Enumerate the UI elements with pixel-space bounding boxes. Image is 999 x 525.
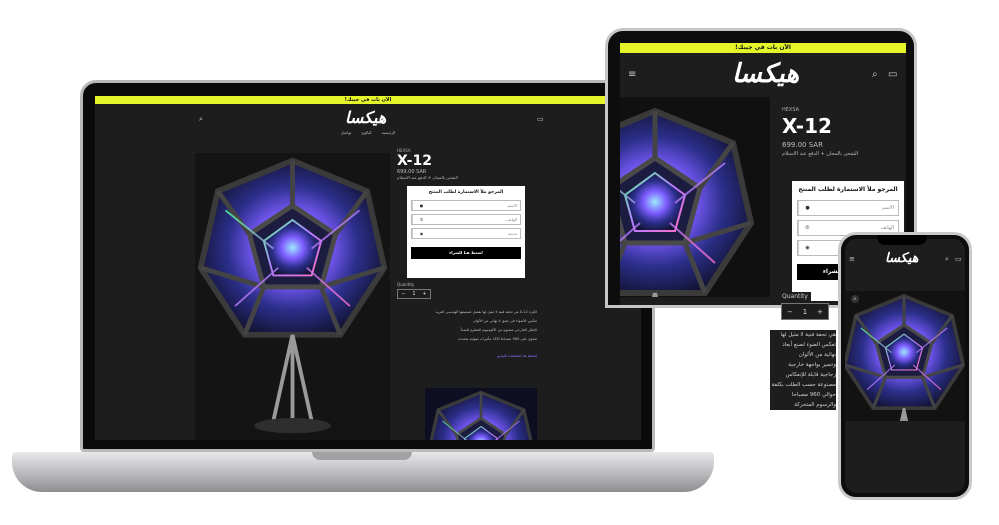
quantity-plus[interactable]: + (817, 308, 823, 316)
phone-placeholder: الهاتف (506, 217, 517, 222)
description-line: تحتوي على 960 مصباحا LED بتأثيرات ضوئية … (458, 337, 537, 341)
product-image (620, 103, 760, 297)
name-placeholder: الاسم (882, 205, 894, 211)
description-line: الكرة X-12 هي تحفة فنية لا مثيل لها بفضل… (435, 310, 537, 314)
user-icon: ● (412, 201, 430, 210)
product-image (195, 153, 390, 440)
announcement-bar: الآن بات في جيبك! (95, 96, 641, 104)
quantity-stepper[interactable]: − 1 + (397, 289, 431, 299)
nav-item-home[interactable]: الرئيسية (382, 130, 396, 140)
logo[interactable]: هيكسا (345, 108, 387, 127)
location-icon: ◉ (798, 241, 816, 255)
tablet-quantity-stepper[interactable]: − 1 + (781, 303, 829, 320)
phone-field[interactable]: الهاتف ✆ (411, 214, 521, 225)
product-media[interactable] (620, 97, 770, 297)
description-line: هي تحفة فنية لا مثيل لها (780, 332, 836, 338)
quantity-minus[interactable]: − (401, 291, 405, 297)
product-info: HEXSA X-12 699.00 SAR الشحن بالمجان + ال… (397, 148, 537, 180)
name-field[interactable]: الاسم ● (411, 200, 521, 211)
logo[interactable]: هيكسا (885, 251, 920, 266)
quantity-minus[interactable]: − (787, 308, 793, 316)
description-line: تعكس الأضواء في عمق لا نهائي من الألوان (473, 319, 537, 323)
quantity-value[interactable]: 1 (803, 308, 807, 316)
location-icon: ◉ (412, 229, 430, 238)
nav-item-catalog[interactable]: كتالوج (361, 130, 371, 140)
logo[interactable]: هيكسا (732, 59, 800, 89)
quantity-value[interactable]: 1 (412, 291, 415, 297)
search-icon[interactable]: ⌕ (872, 69, 878, 80)
quantity-plus[interactable]: + (422, 291, 426, 297)
tablet-description: هي تحفة فنية لا مثيل لها تعكس الضوء لصنع… (770, 330, 836, 410)
city-placeholder: مدينة (508, 231, 517, 236)
menu-icon[interactable]: ≡ (849, 255, 855, 263)
product-price: 699.00 SAR (782, 141, 823, 149)
main-nav: الرئيسية كتالوج تواصل (95, 130, 641, 140)
city-field[interactable]: مدينة ◉ (411, 228, 521, 239)
product-media[interactable] (195, 153, 390, 440)
form-heading: المرجو ملأ الاستمارة لطلب المنتج (798, 186, 898, 193)
product-title: X-12 (397, 153, 432, 169)
phone-icon: ✆ (798, 221, 816, 235)
phone-placeholder: الهاتف (880, 225, 894, 231)
tablet-quantity-label: Quantity (779, 292, 811, 301)
name-placeholder: الاسم (507, 203, 517, 208)
description-line: الإطار الخارجي مصنوع من الألومنيوم المقا… (460, 328, 537, 332)
laptop-trackpad-notch (312, 452, 412, 460)
menu-icon[interactable]: ≡ (628, 69, 636, 80)
description-line: حوالي 960 مصباحا (791, 392, 836, 398)
description-line: مصنوعة حسب الطلب بكلفة (771, 382, 836, 388)
phone-notch (877, 235, 927, 245)
name-field[interactable]: الاسم ● (797, 200, 899, 216)
video-link[interactable]: اضغط هنا لمشاهدة الفيديو (397, 352, 537, 361)
zoom-icon[interactable]: ⌕ (851, 295, 859, 303)
user-icon: ● (798, 201, 816, 215)
shipping-note: الشحن بالمجان + الدفع عند الاستلام (397, 175, 458, 180)
product-description: الكرة X-12 هي تحفة فنية لا مثيل لها بفضل… (397, 308, 537, 361)
shipping-note: الشحن بالمجان + الدفع عند الاستلام (782, 151, 859, 157)
cart-icon[interactable]: ▭ (537, 115, 544, 123)
description-line: والرسوم المتحركة (794, 402, 836, 408)
dodecahedron-icon (426, 390, 536, 440)
product-title: X-12 (782, 114, 832, 138)
description-line: نهائية من الألوان (798, 352, 836, 358)
order-form: المرجو ملأ الاستمارة لطلب المنتج الاسم ● … (407, 186, 525, 278)
product-info: HEXSA X-12 699.00 SAR الشحن بالمجان + ال… (782, 107, 906, 157)
description-line: تعكس الضوء لصنع أبعاد (782, 342, 836, 348)
buy-button[interactable]: اضغط هنا للشراء (411, 247, 521, 259)
form-heading: المرجو ملأ الاستمارة لطلب المنتج (428, 190, 504, 195)
device-mockup-stage: الآن بات في جيبك! ⌕ هيكسا ▭ الرئيسية كتا… (0, 0, 999, 525)
tablet-header: ≡ هيكسا ⌕ ▭ (620, 53, 906, 97)
cart-icon[interactable]: ▭ (888, 69, 897, 80)
laptop-header: ⌕ هيكسا ▭ (95, 104, 641, 130)
product-media[interactable]: ⌕ (845, 291, 965, 421)
search-icon[interactable]: ⌕ (199, 115, 203, 124)
phone-icon: ✆ (412, 215, 430, 224)
cart-icon[interactable]: ▭ (955, 255, 962, 263)
announcement-bar: الآن بات في جيبك! (620, 43, 906, 53)
laptop-screen: الآن بات في جيبك! ⌕ هيكسا ▭ الرئيسية كتا… (95, 96, 641, 440)
secondary-product-image[interactable] (425, 388, 537, 440)
phone-frame: ≡ هيكسا ⌕ ▭ ⌕ (838, 232, 972, 500)
search-icon[interactable]: ⌕ (945, 255, 949, 264)
description-line: زجاجية قابلة للإنعكاس (785, 372, 836, 378)
description-line: وتتميز بواجهة خارجية (788, 362, 836, 368)
nav-item-contact[interactable]: تواصل (341, 130, 352, 140)
quantity-label: Quantity (397, 282, 415, 287)
product-image (845, 294, 965, 421)
phone-screen: ≡ هيكسا ⌕ ▭ ⌕ (845, 239, 965, 493)
